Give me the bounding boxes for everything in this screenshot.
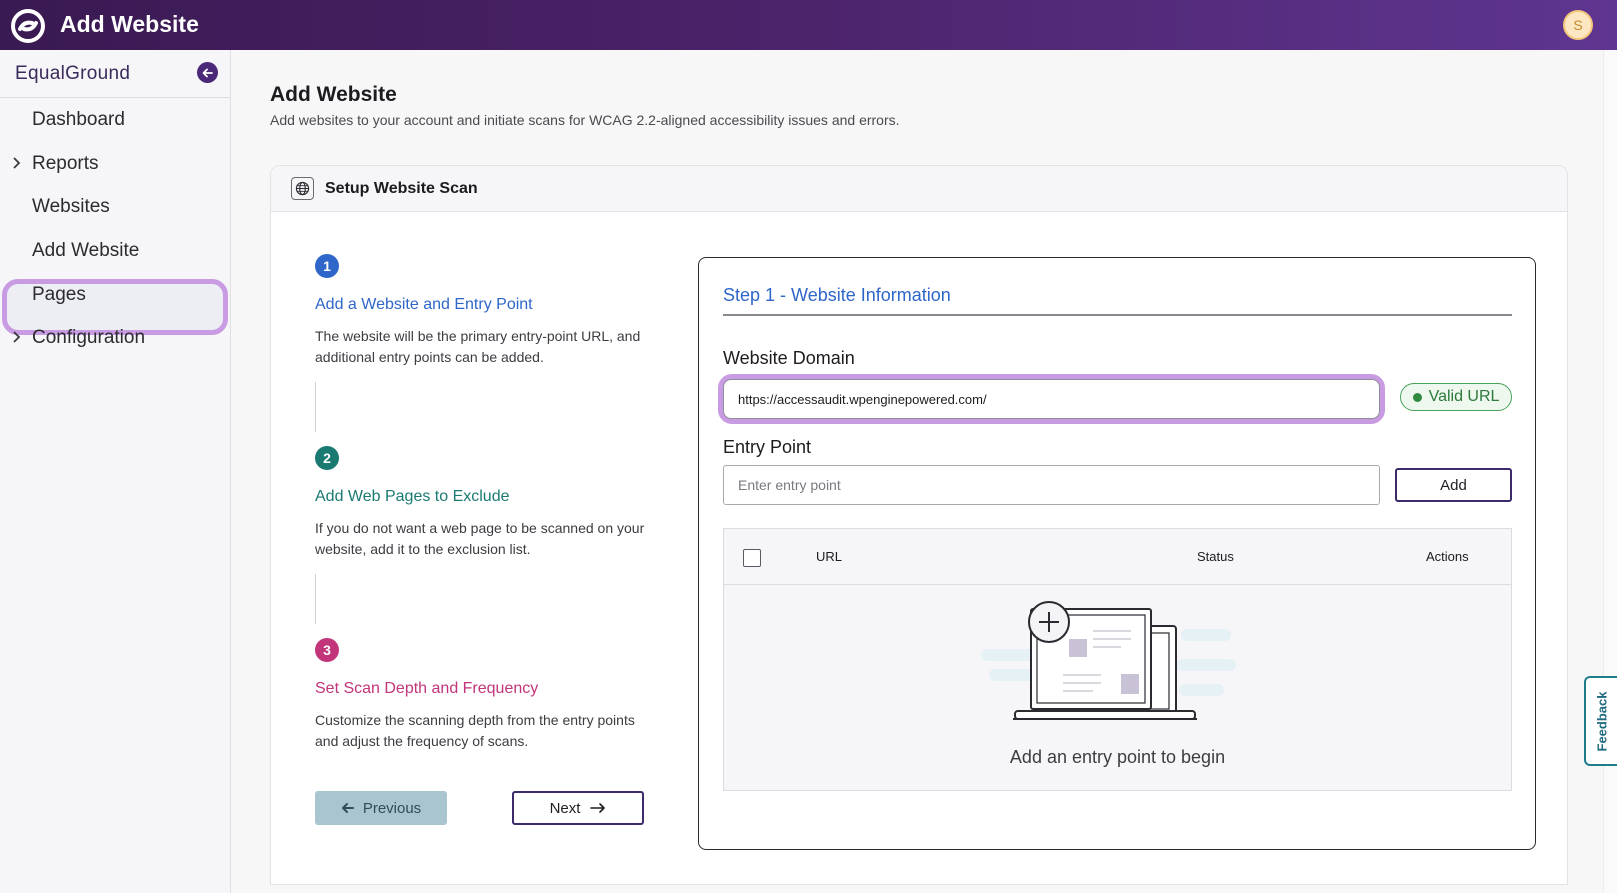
sidebar-item-label: Reports: [32, 153, 99, 174]
arrow-right-icon: [590, 803, 606, 813]
org-row: EqualGround: [0, 50, 231, 98]
sidebar-item-websites[interactable]: Websites: [0, 184, 231, 228]
valid-url-label: Valid URL: [1428, 388, 1500, 405]
user-avatar[interactable]: S: [1563, 10, 1593, 40]
card-title: Setup Website Scan: [325, 180, 478, 197]
page-subtitle: Add websites to your account and initiat…: [270, 112, 900, 128]
add-entry-point-button[interactable]: Add: [1395, 468, 1512, 502]
scrollbar-track[interactable]: [1603, 50, 1617, 893]
website-info-panel: Step 1 - Website Information Website Dom…: [698, 257, 1536, 850]
step-3-description: Customize the scanning depth from the en…: [315, 712, 635, 749]
sidebar-item-label: Pages: [32, 284, 86, 305]
chevron-right-icon: [13, 331, 21, 343]
table-header: URL Status Actions: [724, 529, 1511, 585]
step-1-description: The website will be the primary entry-po…: [315, 328, 641, 365]
sidebar-item-label: Websites: [32, 196, 110, 217]
sidebar-item-label: Configuration: [32, 327, 146, 348]
step-3-number: 3: [315, 638, 339, 662]
arrow-left-icon: [341, 803, 354, 813]
next-button-label: Next: [549, 799, 581, 817]
step-2-title: Add Web Pages to Exclude: [315, 488, 510, 505]
step-connector: [315, 382, 316, 432]
card-header: Setup Website Scan: [271, 166, 1567, 212]
sidebar-item-label: Add Website: [32, 240, 140, 261]
empty-state-illustration: [981, 601, 1236, 720]
sidebar-item-reports[interactable]: Reports: [0, 141, 231, 185]
empty-state-text: Add an entry point to begin: [1009, 747, 1226, 767]
step-3-title: Set Scan Depth and Frequency: [315, 680, 539, 697]
step-2-description: If you do not want a web page to be scan…: [315, 520, 645, 557]
sidebar-item-label: Dashboard: [32, 109, 125, 130]
top-bar: Add Website S: [0, 0, 1617, 50]
step-1-title: Add a Website and Entry Point: [315, 296, 533, 313]
org-name: EqualGround: [15, 63, 131, 84]
previous-button-label: Previous: [362, 799, 422, 817]
sidebar-item-dashboard[interactable]: Dashboard: [0, 97, 231, 141]
app-title: Add Website: [60, 11, 199, 37]
column-header-status[interactable]: Status: [1197, 549, 1234, 564]
column-header-url[interactable]: URL: [816, 549, 842, 564]
column-header-actions: Actions: [1426, 549, 1469, 564]
feedback-label: Feedback: [1594, 691, 1610, 751]
step-2-number: 2: [315, 446, 339, 470]
feedback-tab[interactable]: Feedback: [1584, 676, 1617, 766]
chevron-right-icon: [13, 157, 21, 169]
divider: [723, 314, 1512, 316]
next-button[interactable]: Next: [512, 791, 644, 825]
website-domain-input[interactable]: [723, 379, 1380, 419]
status-dot-icon: [1412, 392, 1422, 402]
step-connector: [315, 574, 316, 624]
sidebar-item-configuration[interactable]: Configuration: [0, 315, 231, 359]
entry-points-table: URL Status Actions Add an entry point to…: [723, 528, 1512, 791]
sidebar-item-pages[interactable]: Pages: [0, 272, 231, 316]
page-title: Add Website: [270, 83, 397, 106]
collapse-sidebar-button[interactable]: [197, 62, 218, 83]
step-1-number: 1: [315, 254, 339, 278]
equalground-logo-icon[interactable]: [10, 8, 46, 44]
arrow-left-icon: [202, 68, 213, 77]
entry-point-label: Entry Point: [723, 437, 812, 457]
setup-scan-card: Setup Website Scan 1 Add a Website and E…: [270, 165, 1568, 885]
previous-button[interactable]: Previous: [315, 791, 447, 825]
sidebar-item-add-website[interactable]: Add Website: [0, 228, 231, 272]
select-all-checkbox[interactable]: [743, 549, 761, 567]
step-title: Step 1 - Website Information: [723, 285, 951, 305]
sidebar: EqualGround Dashboard Reports Websites A…: [0, 50, 231, 893]
valid-url-badge: Valid URL: [1400, 383, 1512, 411]
website-domain-label: Website Domain: [723, 348, 855, 368]
entry-point-input[interactable]: [723, 465, 1380, 505]
globe-icon: [291, 177, 314, 200]
